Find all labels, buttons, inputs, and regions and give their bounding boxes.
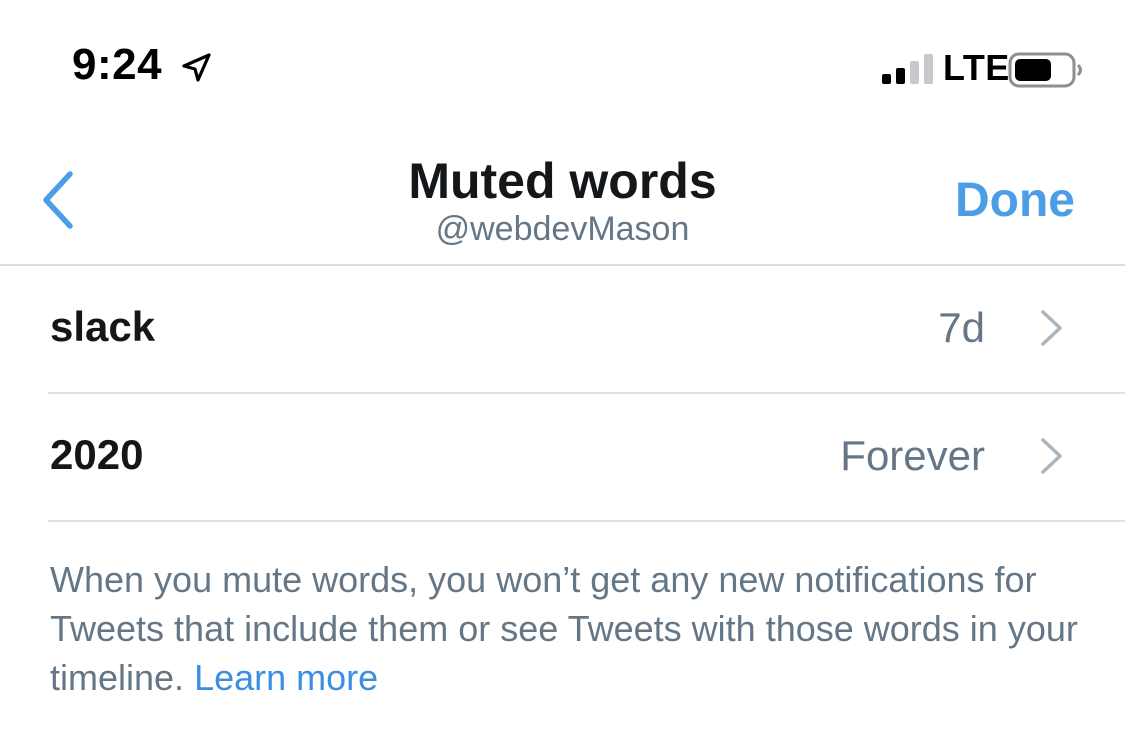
muted-words-list: slack 7d 2020 Forever bbox=[0, 266, 1125, 522]
cellular-signal-icon bbox=[880, 52, 936, 86]
location-arrow-icon bbox=[180, 52, 212, 84]
learn-more-link[interactable]: Learn more bbox=[194, 657, 378, 698]
muted-word-label: slack bbox=[50, 303, 156, 350]
status-bar: 9:24 LTE bbox=[0, 0, 1125, 130]
muted-word-label: 2020 bbox=[50, 431, 144, 478]
muted-word-row[interactable]: slack 7d bbox=[48, 266, 1125, 394]
muted-words-description: When you mute words, you won’t get any n… bbox=[50, 555, 1080, 702]
chevron-right-icon bbox=[1039, 436, 1065, 476]
navigation-bar: Muted words @webdevMason Done bbox=[0, 130, 1125, 266]
battery-icon bbox=[1008, 52, 1084, 90]
chevron-right-icon bbox=[1039, 308, 1065, 348]
mute-duration: 7d bbox=[938, 304, 985, 351]
muted-word-row[interactable]: 2020 Forever bbox=[48, 394, 1125, 522]
mute-duration: Forever bbox=[840, 432, 985, 479]
done-button[interactable]: Done bbox=[955, 173, 1075, 228]
network-type-label: LTE bbox=[943, 47, 1010, 88]
status-time: 9:24 bbox=[72, 40, 163, 89]
